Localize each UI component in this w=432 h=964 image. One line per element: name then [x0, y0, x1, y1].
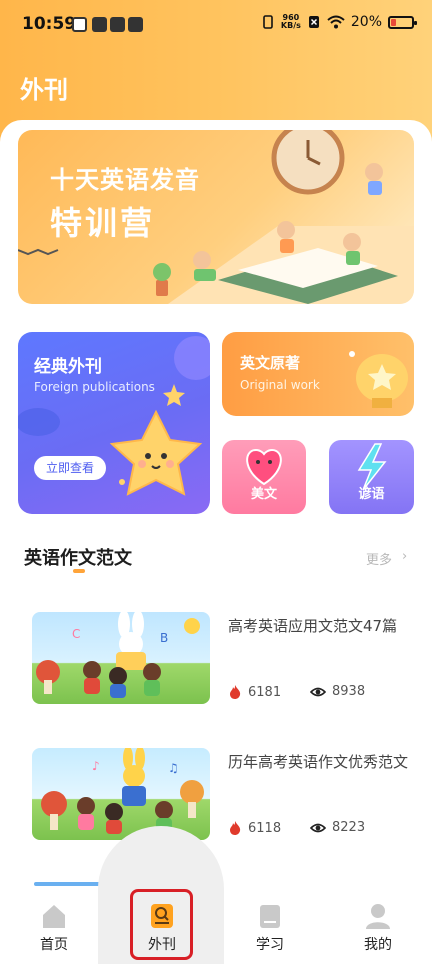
nav-label-study: 学习	[256, 937, 284, 953]
heart-icon	[246, 448, 282, 486]
sim-icon	[308, 16, 319, 28]
svg-text:♪: ♪	[92, 759, 100, 773]
section-title: 英语作文范文	[24, 548, 132, 569]
hot-count-value: 6118	[248, 820, 282, 836]
promo-banner[interactable]: 十天英语发音 特训营	[18, 130, 414, 304]
mail-icon	[92, 17, 107, 32]
status-right: 960 KB/s 20%	[261, 14, 417, 30]
page-title: 外刊	[20, 76, 68, 104]
view-now-button[interactable]: 立即查看	[34, 456, 106, 480]
trophy-illustration	[349, 351, 408, 408]
status-bar: 10:59 960 KB/s 20%	[0, 0, 432, 50]
view-count-value: 8938	[332, 684, 366, 699]
nav-item-study[interactable]: 学习	[230, 898, 310, 964]
original-card-subtitle: Original work	[240, 378, 320, 392]
nav-item-profile[interactable]: 我的	[338, 898, 418, 964]
list-item[interactable]: C B 高考英语应用文范文47篇 6181 8938	[0, 612, 432, 722]
nav-label-profile: 我的	[364, 937, 392, 953]
section-title-underline	[73, 569, 85, 573]
proverb-card[interactable]: 谚语	[329, 440, 414, 514]
battery-percent: 20%	[350, 14, 382, 30]
person-icon	[366, 904, 390, 929]
prose-card-label: 美文	[250, 487, 277, 502]
view-count-value: 8223	[332, 820, 366, 835]
nav-item-home[interactable]: 首页	[14, 898, 94, 964]
article-thumbnail: C B	[32, 612, 210, 704]
nav-label-home: 首页	[40, 937, 68, 953]
classic-card-subtitle: Foreign publications	[34, 380, 155, 394]
hot-count: 6118	[228, 820, 281, 836]
net-speed: 960 KB/s	[281, 14, 301, 30]
wifi-icon	[327, 15, 345, 29]
app-notification-icon	[110, 17, 125, 32]
home-icon	[43, 905, 65, 928]
flame-icon	[230, 685, 241, 699]
banner-subtitle: 特训营	[50, 204, 156, 242]
app-notification-icon	[128, 17, 143, 32]
svg-text:C: C	[72, 627, 80, 641]
eye-icon	[310, 687, 326, 696]
app-notification-icon	[72, 17, 87, 32]
flame-icon	[230, 821, 241, 835]
battery-icon	[388, 15, 417, 29]
prose-card[interactable]: 美文	[222, 440, 306, 514]
proverb-card-label: 谚语	[358, 487, 385, 502]
kids-reading-illustration: ♪ ♫	[41, 748, 204, 834]
book-icon	[260, 905, 280, 928]
view-count: 8223	[310, 820, 365, 835]
banner-title: 十天英语发音	[50, 166, 200, 194]
chevron-right-icon[interactable]: ›	[402, 549, 407, 564]
net-speed-unit: KB/s	[280, 21, 301, 30]
vibrate-icon	[263, 15, 273, 29]
kids-reading-illustration: C B	[36, 612, 200, 698]
status-time: 10:59	[22, 14, 77, 34]
original-work-card[interactable]: 英文原著 Original work	[222, 332, 414, 416]
article-title: 高考英语应用文范文47篇	[228, 617, 398, 635]
list-item[interactable]: ♪ ♫ 历年高考英语作文优秀范文 6118 8223	[0, 748, 432, 858]
original-card-title: 英文原著	[240, 354, 301, 372]
view-count: 8938	[310, 684, 365, 699]
nav-active-highlight	[130, 889, 193, 960]
article-title: 历年高考英语作文优秀范文	[228, 753, 409, 771]
svg-text:♫: ♫	[168, 761, 179, 775]
svg-text:B: B	[160, 631, 168, 645]
eye-icon	[310, 823, 326, 832]
hot-count-value: 6181	[248, 684, 282, 700]
lightning-icon	[357, 443, 387, 491]
classic-card-title: 经典外刊	[34, 357, 102, 377]
hot-count: 6181	[228, 684, 281, 700]
classic-publications-card[interactable]: 经典外刊 Foreign publications 立即查看	[18, 332, 210, 514]
article-thumbnail: ♪ ♫	[32, 748, 210, 840]
more-link[interactable]: 更多	[366, 549, 392, 568]
